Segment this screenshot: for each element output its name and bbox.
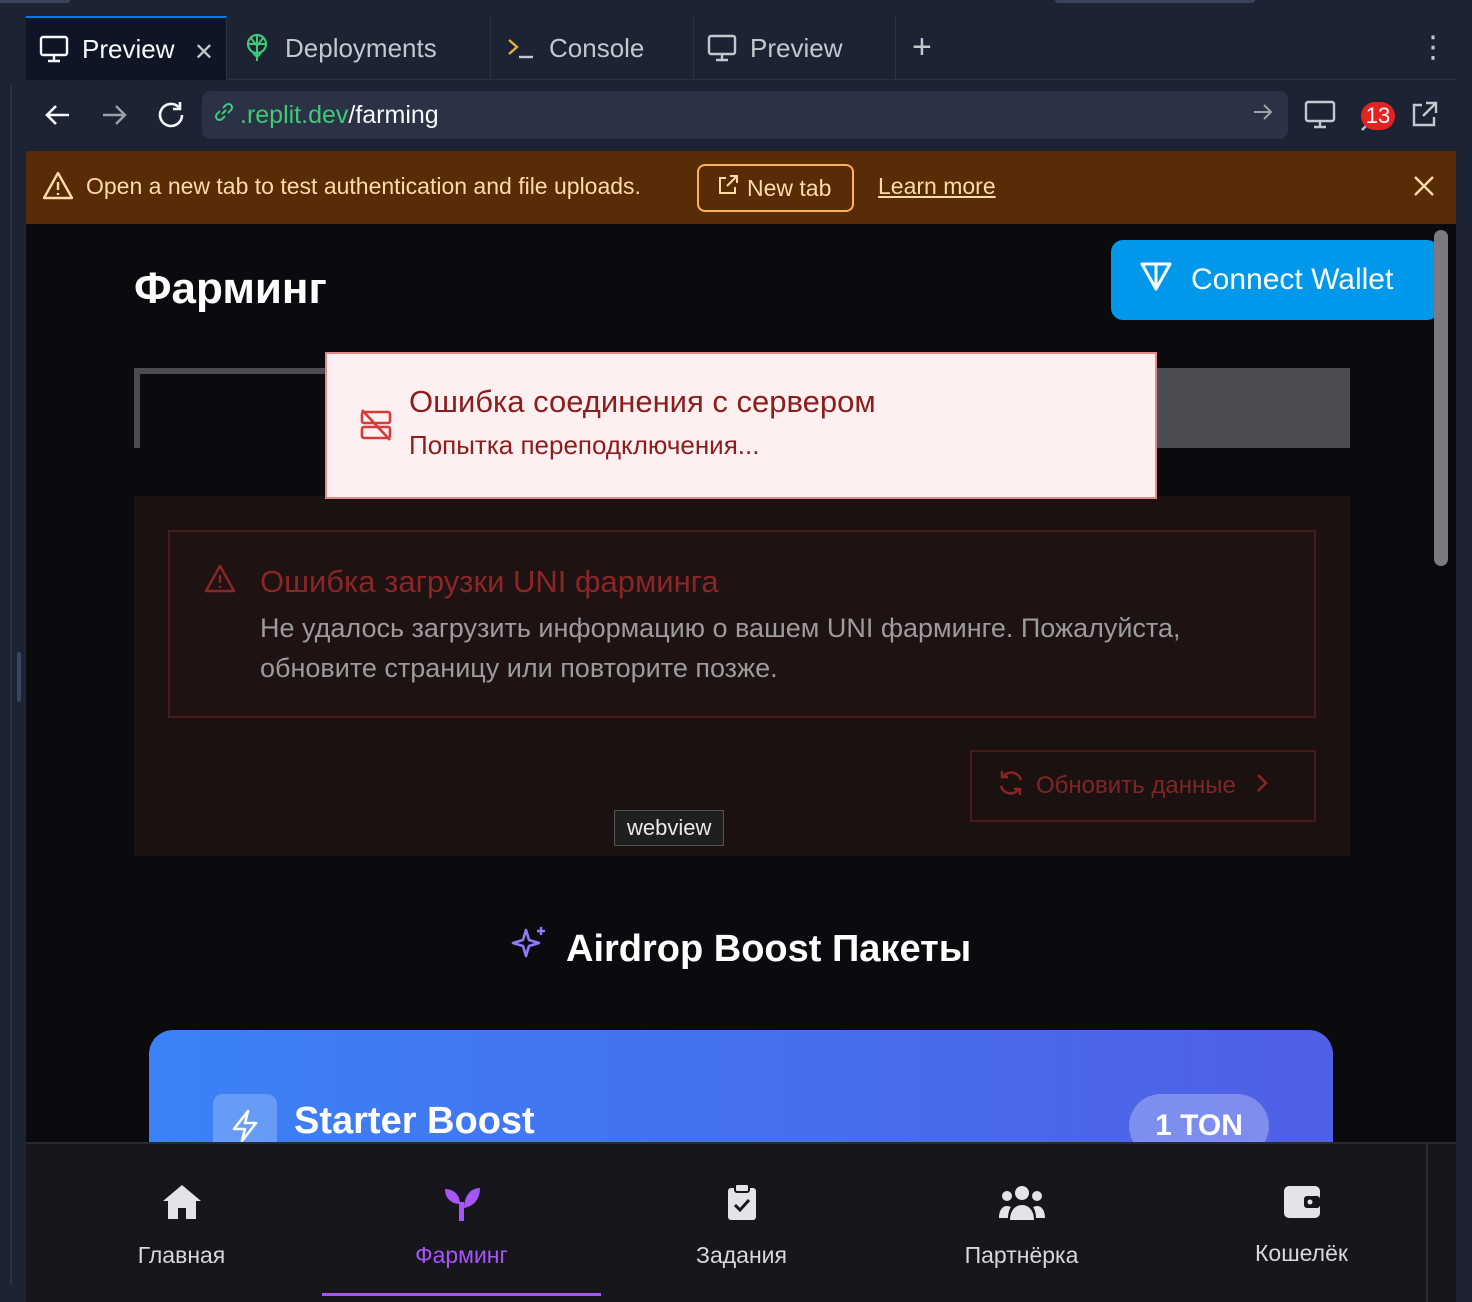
scrollbar[interactable] xyxy=(1434,230,1448,566)
webview: Фарминг Connect Wallet Ошибка загрузки U… xyxy=(26,224,1456,1302)
users-icon xyxy=(998,1182,1046,1228)
bottom-navigation: Главная Фарминг Задания Партнёрка Кошелё… xyxy=(26,1142,1456,1302)
nav-label: Кошелёк xyxy=(1255,1240,1348,1266)
page-title: Фарминг xyxy=(134,264,327,313)
tab-label: Console xyxy=(549,32,645,63)
tab-label: Preview xyxy=(82,33,175,64)
home-icon xyxy=(161,1182,203,1228)
chevron-right-icon xyxy=(1254,772,1270,801)
ide-top-bar xyxy=(0,0,1472,16)
divider xyxy=(1426,1144,1456,1302)
sparkles-icon xyxy=(510,924,550,974)
external-link-icon xyxy=(717,174,739,202)
error-title: Ошибка загрузки UNI фарминга xyxy=(260,564,719,599)
url-toolbar: .replit.dev/farming 13 xyxy=(26,80,1456,151)
learn-more-link[interactable]: Learn more xyxy=(878,173,996,200)
new-tab-plus-icon[interactable]: + xyxy=(912,30,932,64)
tab-preview-active[interactable]: Preview ✕ xyxy=(26,16,227,80)
tab-deployments[interactable]: Deployments xyxy=(227,16,491,80)
connect-wallet-button[interactable]: Connect Wallet xyxy=(1111,240,1439,320)
tab-label: Preview xyxy=(750,32,843,63)
nav-item-farming[interactable]: Фарминг xyxy=(322,1144,601,1302)
wallet-icon xyxy=(1282,1182,1322,1226)
uni-farming-error-card: Ошибка загрузки UNI фарминга Не удалось … xyxy=(134,496,1350,856)
tab-preview[interactable]: Preview xyxy=(694,16,896,80)
new-tab-label: New tab xyxy=(747,174,832,201)
new-tab-button[interactable]: New tab xyxy=(697,164,854,212)
monitor-icon xyxy=(706,32,738,64)
devtools-count-badge: 13 xyxy=(1361,102,1395,130)
warning-triangle-icon xyxy=(204,564,236,599)
ide-right-gutter xyxy=(1456,16,1472,1302)
device-preview-icon[interactable] xyxy=(1303,98,1337,132)
close-icon[interactable] xyxy=(1411,173,1437,204)
more-vertical-icon[interactable]: ⋮ xyxy=(1418,30,1448,65)
tab-label: Deployments xyxy=(285,32,437,63)
banner-message: Open a new tab to test authentication an… xyxy=(86,173,641,199)
auth-warning-banner: Open a new tab to test authentication an… xyxy=(26,151,1456,224)
warning-triangle-icon xyxy=(42,171,74,206)
link-icon xyxy=(212,100,236,131)
webview-tooltip: webview xyxy=(614,810,725,846)
airdrop-section-title: Airdrop Boost Пакеты xyxy=(510,924,971,974)
sprout-icon xyxy=(441,1182,483,1228)
back-arrow-icon[interactable] xyxy=(41,98,75,132)
error-alert: Ошибка загрузки UNI фарминга Не удалось … xyxy=(168,530,1316,718)
toast-title: Ошибка соединения с сервером xyxy=(409,384,876,419)
deployments-icon xyxy=(241,32,273,64)
error-description: Не удалось загрузить информацию о вашем … xyxy=(260,613,1181,683)
refresh-data-button[interactable]: Обновить данные xyxy=(970,750,1316,822)
active-indicator xyxy=(322,1293,601,1296)
nav-item-wallet[interactable]: Кошелёк xyxy=(1162,1144,1441,1302)
nav-label: Фарминг xyxy=(415,1242,508,1268)
open-external-icon[interactable] xyxy=(1407,98,1441,132)
ide-top-fragment xyxy=(0,0,70,3)
connection-error-toast: Ошибка соединения с сервером Попытка пер… xyxy=(325,352,1157,499)
tab-console[interactable]: Console xyxy=(491,16,694,80)
ide-left-gutter xyxy=(0,16,26,1302)
farming-tab-selected[interactable] xyxy=(140,374,340,448)
url-input[interactable]: .replit.dev/farming xyxy=(202,91,1288,139)
connect-wallet-label: Connect Wallet xyxy=(1191,263,1394,296)
refresh-icon xyxy=(996,768,1026,805)
resize-handle[interactable] xyxy=(17,652,21,702)
close-icon[interactable]: ✕ xyxy=(194,38,214,67)
nav-label: Главная xyxy=(137,1242,226,1268)
url-domain: .replit.dev xyxy=(240,100,349,129)
boost-name: Starter Boost xyxy=(294,1100,535,1142)
tab-bar: Preview ✕ Deployments Console Preview + … xyxy=(26,16,1456,80)
ide-top-fragment xyxy=(1055,0,1255,3)
forward-arrow-icon[interactable] xyxy=(97,98,131,132)
nav-item-tasks[interactable]: Задания xyxy=(602,1144,881,1302)
ton-logo-icon xyxy=(1139,260,1173,300)
clipboard-check-icon xyxy=(724,1182,760,1228)
reload-icon[interactable] xyxy=(154,98,188,132)
server-off-icon xyxy=(359,408,393,447)
nav-item-home[interactable]: Главная xyxy=(42,1144,321,1302)
monitor-icon xyxy=(38,33,70,65)
preview-panel: Preview ✕ Deployments Console Preview + … xyxy=(26,16,1456,1302)
refresh-label: Обновить данные xyxy=(1036,772,1236,799)
go-arrow-icon[interactable] xyxy=(1252,101,1274,130)
terminal-icon xyxy=(505,32,537,64)
nav-label: Партнёрка xyxy=(964,1242,1079,1268)
nav-label: Задания xyxy=(696,1242,787,1268)
url-path: /farming xyxy=(348,100,439,129)
nav-item-partners[interactable]: Партнёрка xyxy=(882,1144,1161,1302)
divider xyxy=(10,86,12,1286)
section-title-text: Airdrop Boost Пакеты xyxy=(566,927,972,970)
toast-description: Попытка переподключения... xyxy=(409,430,760,460)
